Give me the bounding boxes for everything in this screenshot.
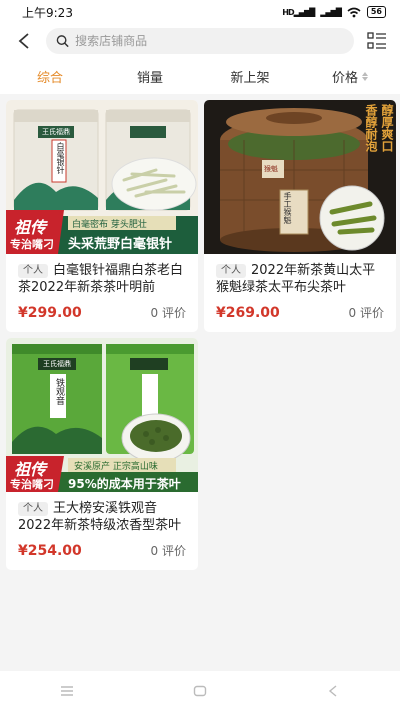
banner-big: 95%的成本用于茶叶 — [68, 477, 181, 491]
box-label: 手工猴魁 — [283, 192, 292, 224]
badge-bottom: 专治嘴刁 — [10, 478, 54, 491]
back-triangle-icon — [329, 685, 337, 697]
recent-apps-button[interactable] — [47, 676, 87, 706]
banner-small: 白毫密布 芽头肥壮 — [72, 220, 147, 230]
back-button[interactable] — [12, 29, 36, 53]
product-title[interactable]: 个人 王大榜安溪铁观音2022年新茶特级浓香型茶叶 — [18, 500, 186, 534]
sort-price-label: 价格 — [331, 70, 358, 86]
sort-comprehensive-label: 综合 — [36, 70, 63, 86]
product-image[interactable]: 香醇耐泡 醇厚爽口 手工猴魁 猴魁 — [204, 100, 396, 254]
menu-icon — [60, 686, 73, 696]
product-card[interactable]: 香醇耐泡 醇厚爽口 手工猴魁 猴魁 个人 2022年新茶黄山太平猴魁绿茶太平布尖茶… — [204, 100, 396, 332]
system-nav-bar — [0, 671, 400, 711]
search-input[interactable] — [75, 34, 344, 48]
network-label: HD — [282, 7, 294, 17]
sort-comprehensive[interactable]: 综合 — [0, 67, 100, 86]
seller-tag: 个人 — [18, 502, 48, 516]
sort-sales[interactable]: 销量 — [100, 67, 200, 86]
status-bar: 上午9:23 HD▂▄▆█ ▂▄▆█ 56 — [0, 0, 400, 24]
status-time: 上午9:23 — [22, 5, 73, 20]
home-button[interactable] — [180, 676, 220, 706]
product-image[interactable]: 王氏福鼎 铁观音 祖传 专治嘴刁 安溪原产 正宗高山味 95%的成本用于茶叶 — [6, 338, 198, 492]
image-can-label: 铁观音 — [54, 378, 64, 405]
sort-arrows-icon — [362, 71, 368, 81]
badge-top: 祖传 — [14, 218, 47, 237]
box-brand: 猴魁 — [264, 165, 278, 173]
product-card[interactable]: 王氏福鼎 白毫银针 祖传 专治嘴刁 白毫密布 芽头肥壮 头采荒野白毫银针 个人白… — [6, 100, 198, 332]
slogan-left: 香醇耐泡 — [364, 104, 378, 152]
product-reviews: 0 评价 — [348, 306, 384, 320]
list-icon — [367, 32, 386, 49]
signal-icon-2: ▂▄▆█ — [320, 7, 342, 17]
seller-tag: 个人 — [216, 264, 246, 278]
badge-bottom: 专治嘴刁 — [10, 238, 54, 251]
product-price: ¥254.00 — [18, 542, 82, 559]
category-menu-button[interactable] — [364, 28, 390, 54]
image-brand: 王氏福鼎 — [43, 360, 71, 368]
banner-big: 头采荒野白毫银针 — [68, 237, 173, 252]
product-image[interactable]: 王氏福鼎 白毫银针 祖传 专治嘴刁 白毫密布 芽头肥壮 头采荒野白毫银针 — [6, 100, 198, 254]
product-reviews: 0 评价 — [150, 544, 186, 558]
slogan-right: 醇厚爽口 — [380, 104, 394, 152]
wifi-icon — [347, 7, 361, 17]
seller-tag: 个人 — [18, 264, 48, 278]
signal-icon: HD▂▄▆█ — [282, 7, 315, 17]
chevron-left-icon — [18, 33, 29, 49]
sort-price[interactable]: 价格 — [300, 67, 400, 86]
product-price: ¥269.00 — [216, 304, 280, 321]
battery-icon: 56 — [366, 6, 386, 18]
back-nav-button[interactable] — [313, 676, 353, 706]
image-brand: 王氏福鼎 — [42, 128, 70, 136]
product-card[interactable]: 王氏福鼎 铁观音 祖传 专治嘴刁 安溪原产 正宗高山味 95%的成本用于茶叶 个… — [6, 338, 198, 570]
product-title[interactable]: 个人 白毫银针福鼎白茶老白茶2022年新茶茶叶明前 — [18, 262, 186, 296]
product-reviews: 0 评价 — [150, 306, 186, 320]
banner-small: 安溪原产 正宗高山味 — [74, 462, 158, 472]
home-square-icon — [193, 685, 207, 697]
product-grid: 王氏福鼎 白毫银针 祖传 专治嘴刁 白毫密布 芽头肥壮 头采荒野白毫银针 个人白… — [0, 94, 400, 570]
search-bar[interactable] — [46, 28, 354, 54]
status-icons: HD▂▄▆█ ▂▄▆█ 56 — [282, 6, 386, 18]
sort-sales-label: 销量 — [136, 70, 163, 86]
image-can-label: 白毫银针 — [56, 142, 65, 174]
header — [0, 24, 400, 58]
search-icon — [56, 35, 69, 48]
product-price: ¥299.00 — [18, 304, 82, 321]
sort-newest-label: 新上架 — [230, 70, 270, 86]
sort-newest[interactable]: 新上架 — [200, 67, 300, 86]
product-title[interactable]: 个人 2022年新茶黄山太平猴魁绿茶太平布尖茶叶 — [216, 262, 384, 296]
sort-bar: 综合 销量 新上架 价格 — [0, 58, 400, 94]
